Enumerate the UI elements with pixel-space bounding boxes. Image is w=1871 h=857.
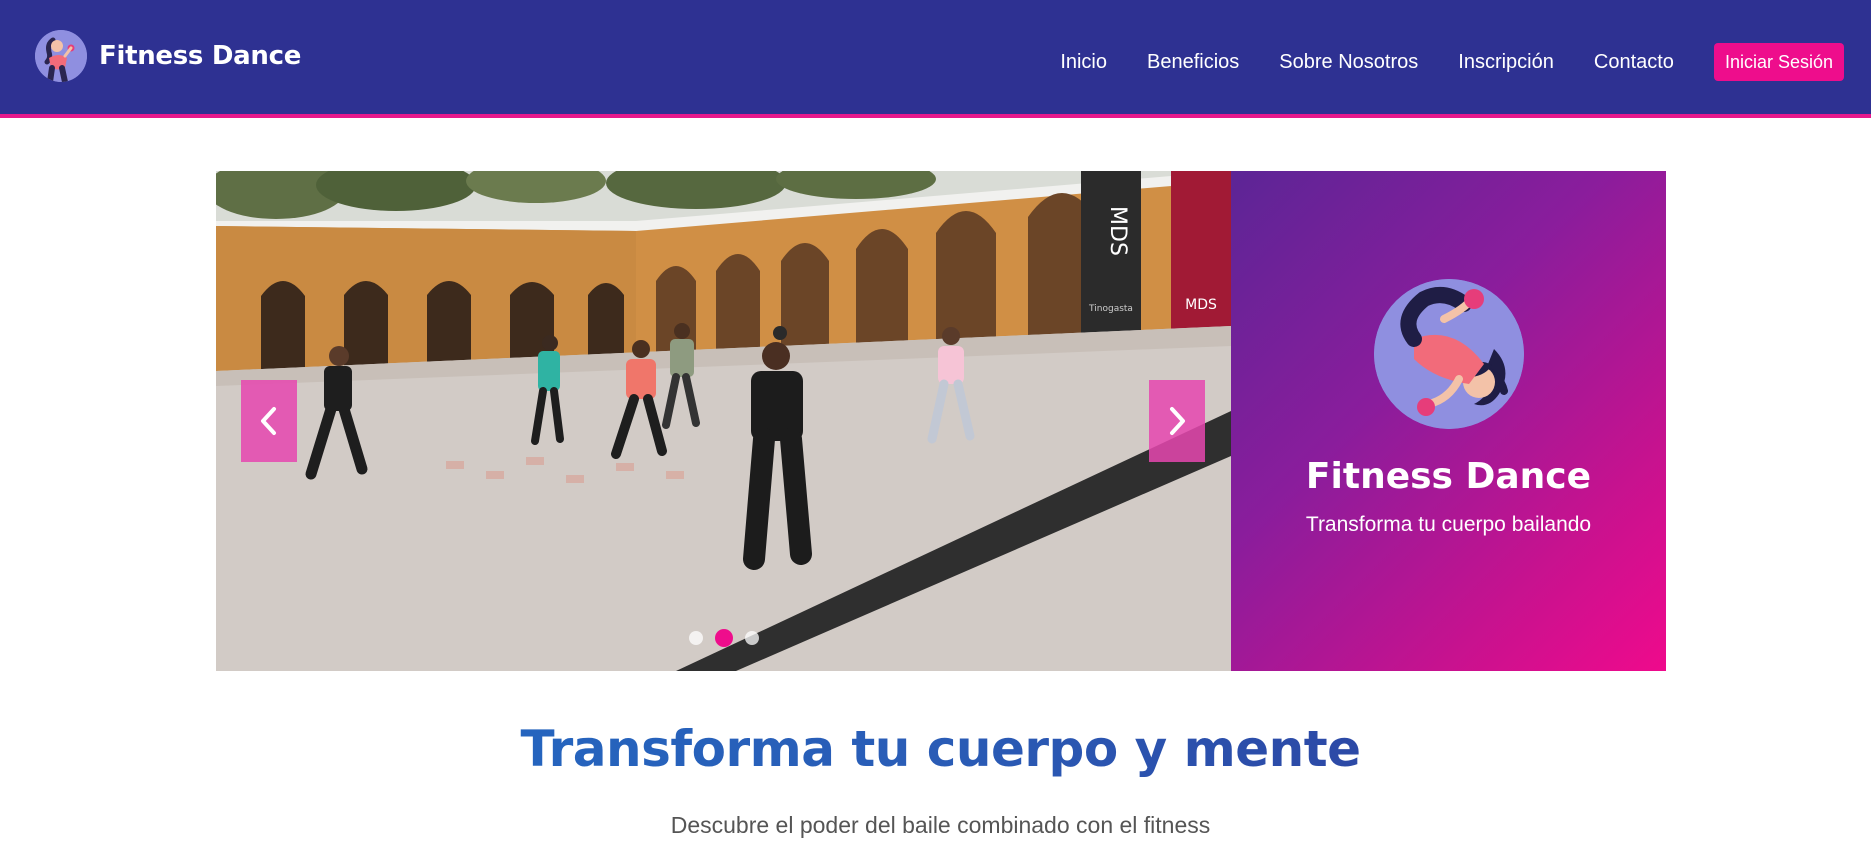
carousel-indicators bbox=[689, 629, 771, 647]
dancer-icon bbox=[1374, 279, 1524, 429]
carousel-prev-button[interactable] bbox=[241, 380, 297, 462]
nav-link-contacto[interactable]: Contacto bbox=[1594, 51, 1674, 74]
section-subtitle: Descubre el poder del baile combinado co… bbox=[670, 812, 1211, 838]
carousel-next-button[interactable] bbox=[1149, 380, 1205, 462]
carousel-indicator-3[interactable] bbox=[745, 631, 759, 645]
banner-caption: Tinogasta bbox=[1088, 304, 1133, 314]
banner-text: MDS bbox=[1105, 206, 1130, 256]
hero-side-title: Fitness Dance bbox=[1305, 456, 1592, 497]
chevron-right-icon bbox=[1170, 407, 1185, 435]
hero: MDS Tinogasta MDS Fitness Dance Transfor… bbox=[216, 171, 1666, 671]
nav-link-inscripcion[interactable]: Inscripción bbox=[1458, 51, 1554, 74]
hero-side-panel: Fitness Dance Transforma tu cuerpo baila… bbox=[1231, 171, 1666, 671]
main-nav: Inicio Beneficios Sobre Nosotros Inscrip… bbox=[1060, 43, 1844, 81]
nav-link-beneficios[interactable]: Beneficios bbox=[1147, 51, 1239, 74]
carousel-indicator-1[interactable] bbox=[689, 631, 703, 645]
carousel-slide-photo: MDS Tinogasta MDS bbox=[216, 171, 1231, 671]
nav-link-sobre-nosotros[interactable]: Sobre Nosotros bbox=[1279, 51, 1418, 74]
login-button[interactable]: Iniciar Sesión bbox=[1713, 43, 1844, 81]
nav-link-inicio[interactable]: Inicio bbox=[1060, 51, 1107, 74]
chevron-left-icon bbox=[261, 407, 276, 435]
carousel-indicator-2[interactable] bbox=[715, 629, 733, 647]
brand-name: Fitness Dance bbox=[99, 41, 302, 71]
hero-side-subtitle: Transforma tu cuerpo bailando bbox=[1305, 513, 1592, 536]
brand[interactable]: Fitness Dance bbox=[35, 30, 301, 82]
dancer-icon bbox=[35, 30, 87, 82]
banner2-text: MDS bbox=[1185, 297, 1217, 313]
hero-carousel: MDS Tinogasta MDS bbox=[216, 171, 1231, 671]
section-title: Transforma tu cuerpo y mente bbox=[0, 720, 1871, 778]
navbar: Fitness Dance Inicio Beneficios Sobre No… bbox=[0, 0, 1871, 118]
